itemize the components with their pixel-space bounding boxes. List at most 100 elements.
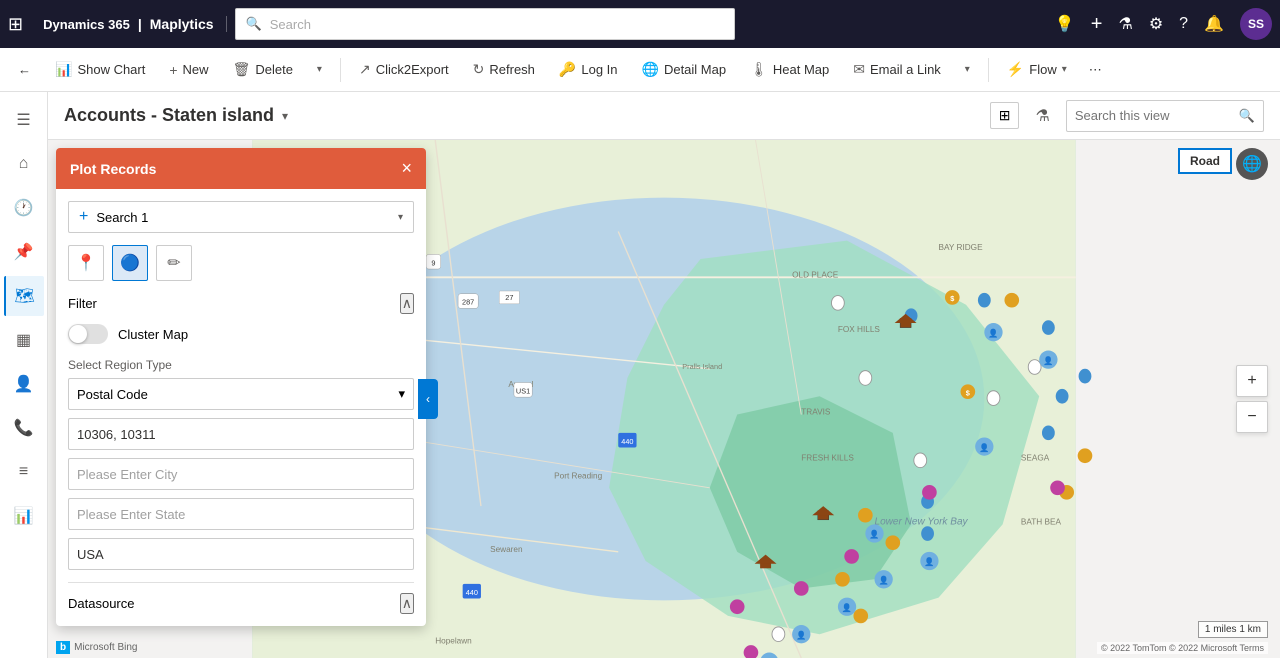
detail-map-button[interactable]: 🌐 Detail Map bbox=[632, 55, 737, 84]
search-selector-label: Search 1 bbox=[96, 210, 390, 225]
email-icon: ✉ bbox=[853, 61, 865, 78]
search-placeholder: Search bbox=[270, 17, 311, 32]
state-input[interactable] bbox=[68, 498, 414, 530]
grid-view-button[interactable]: ⊞ bbox=[990, 102, 1020, 129]
bing-logo-text: b bbox=[56, 641, 70, 654]
plot-panel-header: Plot Records × bbox=[56, 148, 426, 189]
delete-button[interactable]: 🗑 Delete bbox=[223, 55, 303, 84]
flow-icon: ⚡ bbox=[1007, 61, 1024, 78]
svg-text:Lower New York Bay: Lower New York Bay bbox=[874, 516, 968, 527]
bing-logo: b Microsoft Bing bbox=[56, 641, 137, 654]
microsoft-bing-text: Microsoft Bing bbox=[74, 642, 137, 653]
svg-text:👤: 👤 bbox=[796, 630, 806, 640]
svg-text:Port Reading: Port Reading bbox=[554, 472, 602, 481]
filter-collapse-button[interactable]: ∧ bbox=[400, 293, 414, 314]
road-view-button[interactable]: Road bbox=[1178, 148, 1232, 174]
back-button[interactable]: ← bbox=[8, 56, 41, 83]
search-view-container: 🔍 bbox=[1066, 100, 1264, 132]
content-area: Accounts - Staten island ▾ ⊞ ⚗ 🔍 bbox=[48, 92, 1280, 658]
bell-icon[interactable]: 🔔 bbox=[1204, 14, 1224, 34]
delete-icon: 🗑 bbox=[233, 61, 251, 78]
sidebar-item-menu[interactable]: ☰ bbox=[4, 100, 44, 140]
sidebar-item-recent[interactable]: 🕐 bbox=[4, 188, 44, 228]
map-container: Lower New York Bay Rahway Rahway River A… bbox=[48, 140, 1280, 658]
title-chevron-icon[interactable]: ▾ bbox=[282, 109, 288, 123]
idea-icon[interactable]: 💡 bbox=[1055, 14, 1075, 34]
click2export-button[interactable]: ↗ Click2Export bbox=[349, 55, 459, 84]
sidebar-item-table[interactable]: ▦ bbox=[4, 320, 44, 360]
ellipsis-icon: ⋯ bbox=[1089, 62, 1102, 78]
user-avatar[interactable]: SS bbox=[1240, 8, 1272, 40]
show-chart-button[interactable]: 📊 Show Chart bbox=[45, 55, 155, 84]
search-view-input[interactable] bbox=[1075, 108, 1235, 123]
zoom-out-button[interactable]: − bbox=[1236, 401, 1268, 433]
map-zoom-controls: + − bbox=[1236, 365, 1268, 433]
city-input[interactable] bbox=[68, 458, 414, 490]
sidebar-item-person[interactable]: 👤 bbox=[4, 364, 44, 404]
svg-text:BAY RIDGE: BAY RIDGE bbox=[939, 243, 984, 252]
email-link-button[interactable]: ✉ Email a Link bbox=[843, 55, 951, 84]
country-input[interactable] bbox=[68, 538, 414, 570]
new-icon: + bbox=[169, 62, 177, 78]
heat-map-icon: 🌡 bbox=[750, 61, 768, 78]
filter-icon[interactable]: ⚗ bbox=[1118, 14, 1132, 34]
heat-map-button[interactable]: 🌡 Heat Map bbox=[740, 55, 839, 84]
plus-icon[interactable]: + bbox=[1091, 13, 1103, 36]
ellipsis-button[interactable]: ⋯ bbox=[1081, 56, 1110, 84]
svg-text:SEAGA: SEAGA bbox=[1021, 453, 1050, 462]
top-navigation: ⊞ Dynamics 365 | Maplytics 🔍 Search 💡 + … bbox=[0, 0, 1280, 48]
routing-mode-button[interactable]: 🔵 bbox=[112, 245, 148, 281]
plot-close-button[interactable]: × bbox=[401, 158, 412, 179]
cmd-separator-2 bbox=[988, 58, 989, 82]
draw-mode-button[interactable]: ✏ bbox=[156, 245, 192, 281]
new-button[interactable]: + New bbox=[159, 56, 218, 84]
sidebar-item-map[interactable]: 🗺 bbox=[4, 276, 44, 316]
location-mode-button[interactable]: 📍 bbox=[68, 245, 104, 281]
more-chevron-button[interactable]: ▾ bbox=[307, 58, 332, 81]
svg-text:BATH BEA: BATH BEA bbox=[1021, 517, 1062, 526]
postal-codes-input[interactable] bbox=[68, 418, 414, 450]
search-selector[interactable]: + Search 1 ▾ bbox=[68, 201, 414, 233]
search-view-icon[interactable]: 🔍 bbox=[1239, 108, 1255, 124]
sidebar-item-list[interactable]: ≡ bbox=[4, 452, 44, 492]
search-chevron-icon: ▾ bbox=[398, 212, 403, 223]
sidebar-item-chart[interactable]: 📊 bbox=[4, 496, 44, 536]
globe-icon[interactable]: 🌐 bbox=[1236, 148, 1268, 180]
app-grid-icon[interactable]: ⊞ bbox=[8, 14, 23, 35]
more-chevron-button-2[interactable]: ▾ bbox=[955, 58, 980, 81]
sidebar-item-phone[interactable]: 📞 bbox=[4, 408, 44, 448]
login-button[interactable]: 🔑 Log In bbox=[549, 55, 628, 84]
refresh-button[interactable]: ↻ Refresh bbox=[463, 55, 545, 84]
cluster-map-toggle[interactable] bbox=[68, 324, 108, 344]
sidebar-item-pinned[interactable]: 📌 bbox=[4, 232, 44, 272]
svg-text:👤: 👤 bbox=[988, 328, 998, 338]
map-copyright: © 2022 TomTom © 2022 Microsoft Terms bbox=[1097, 642, 1268, 654]
settings-icon[interactable]: ⚙ bbox=[1149, 14, 1163, 34]
login-icon: 🔑 bbox=[559, 61, 576, 78]
sidebar-item-home[interactable]: ⌂ bbox=[4, 144, 44, 184]
flow-button[interactable]: ⚡ Flow ▾ bbox=[997, 55, 1077, 84]
mode-icons-group: 📍 🔵 ✏ bbox=[68, 245, 414, 281]
svg-text:440: 440 bbox=[621, 437, 633, 446]
region-chevron-icon: ▾ bbox=[398, 386, 405, 402]
zoom-in-button[interactable]: + bbox=[1236, 365, 1268, 397]
filter-section: Filter ∧ Cluster Map Select Region Type bbox=[68, 293, 414, 578]
datasource-collapse-button[interactable]: ∧ bbox=[400, 593, 414, 614]
svg-text:👤: 👤 bbox=[979, 442, 989, 452]
subheader-actions: ⊞ ⚗ 🔍 bbox=[990, 100, 1264, 132]
cmd-separator-1 bbox=[340, 58, 341, 82]
chart-icon: 📊 bbox=[55, 61, 72, 78]
svg-text:👤: 👤 bbox=[1043, 355, 1053, 365]
detail-map-icon: 🌐 bbox=[642, 61, 659, 78]
subheader: Accounts - Staten island ▾ ⊞ ⚗ 🔍 bbox=[48, 92, 1280, 140]
main-content: ☰ ⌂ 🕐 📌 🗺 ▦ 👤 📞 ≡ 📊 Accounts - Staten is… bbox=[0, 92, 1280, 658]
app-name-label: Maplytics bbox=[150, 16, 214, 32]
refresh-icon: ↻ bbox=[473, 61, 485, 78]
panel-collapse-button[interactable]: ‹ bbox=[418, 379, 438, 419]
plot-records-panel: Plot Records × + Search 1 ▾ 📍 🔵 ✏ bbox=[56, 148, 426, 626]
region-type-dropdown[interactable]: Postal Code ▾ bbox=[68, 378, 414, 410]
filter-button[interactable]: ⚗ bbox=[1027, 102, 1057, 130]
help-icon[interactable]: ? bbox=[1179, 15, 1188, 33]
global-search-bar[interactable]: 🔍 Search bbox=[235, 8, 735, 40]
datasource-label: Datasource bbox=[68, 596, 134, 611]
